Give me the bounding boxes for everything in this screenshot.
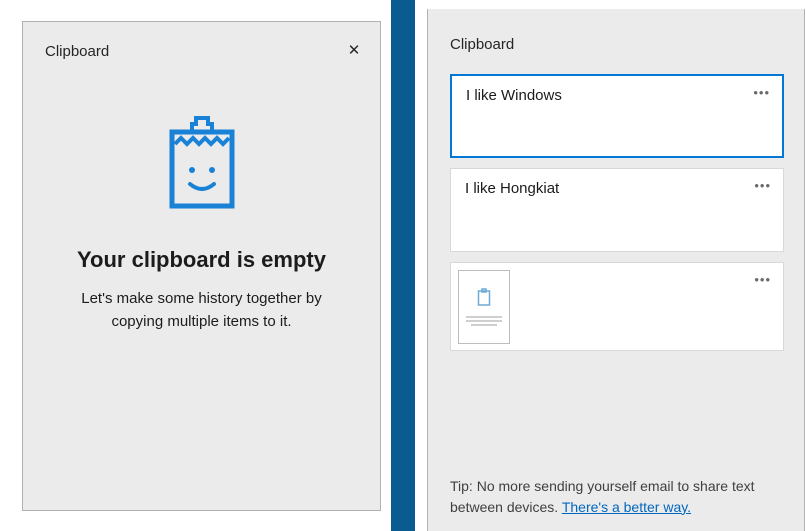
clipboard-item[interactable]: I like Windows •••	[450, 74, 784, 158]
more-icon: •••	[754, 272, 771, 287]
close-icon: ✕	[348, 43, 361, 58]
panel-title: Clipboard	[450, 36, 514, 53]
panel-title: Clipboard	[45, 43, 109, 60]
item-more-button[interactable]: •••	[754, 273, 771, 286]
close-button[interactable]: ✕	[342, 38, 366, 62]
clipboard-items-list: I like Windows ••• I like Hongkiat •••	[450, 74, 784, 361]
clipboard-image-thumbnail	[458, 270, 510, 344]
empty-heading: Your clipboard is empty	[23, 247, 380, 273]
more-icon: •••	[753, 85, 770, 100]
clipboard-history-panel: Clipboard I like Windows ••• I like Hong…	[415, 0, 806, 531]
clipboard-empty-panel: Clipboard ✕	[0, 0, 391, 531]
clipboard-smile-icon	[164, 114, 240, 217]
item-more-button[interactable]: •••	[754, 179, 771, 192]
tip-text: Tip: No more sending yourself email to s…	[450, 476, 786, 517]
clipboard-item[interactable]: •••	[450, 262, 784, 351]
clipboard-item-text: I like Hongkiat	[465, 180, 559, 197]
clipboard-item[interactable]: I like Hongkiat •••	[450, 168, 784, 252]
item-more-button[interactable]: •••	[753, 86, 770, 99]
clipboard-item-text: I like Windows	[466, 87, 562, 104]
empty-state: Your clipboard is empty Let's make some …	[23, 114, 380, 334]
vertical-divider	[391, 0, 415, 531]
clipboard-mini-icon	[477, 288, 491, 311]
clipboard-panel-surface: Clipboard I like Windows ••• I like Hong…	[427, 9, 805, 531]
clipboard-panel-surface: Clipboard ✕	[22, 21, 381, 511]
empty-subtext: Let's make some history together by copy…	[23, 287, 380, 334]
tip-link[interactable]: There's a better way.	[562, 499, 691, 515]
more-icon: •••	[754, 178, 771, 193]
